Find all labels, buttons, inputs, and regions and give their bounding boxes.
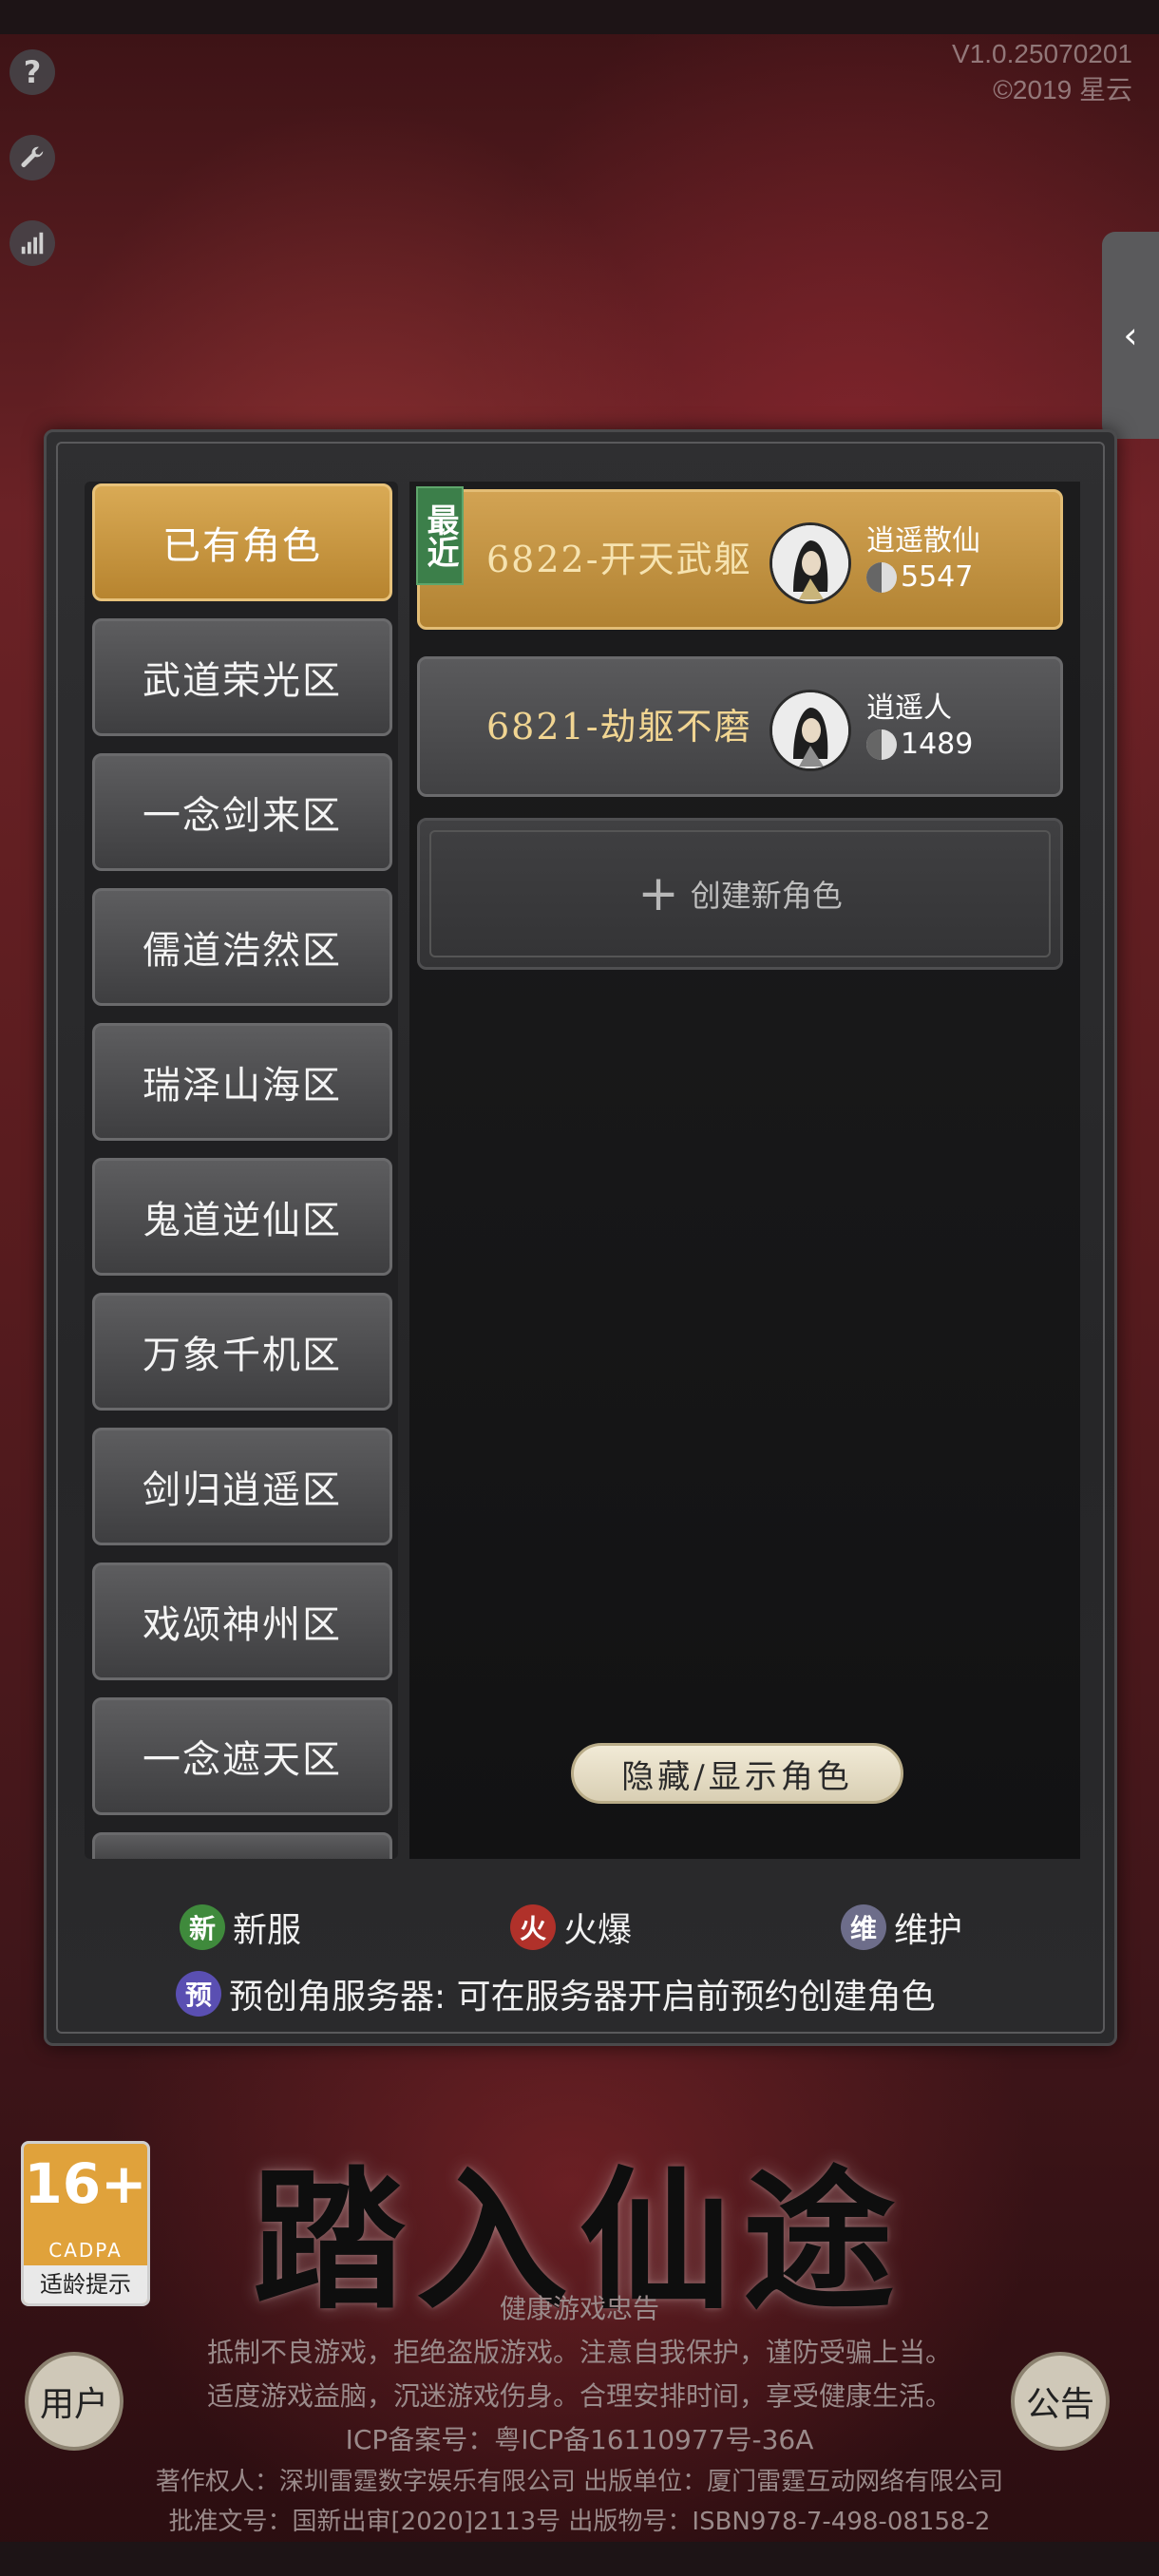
role-realm: 逍遥人 bbox=[866, 691, 952, 725]
legend-pre-label: 预创角服务器: 可在服务器开启前预约创建角色 bbox=[229, 1978, 936, 2017]
server-label: 一念遮天区 bbox=[142, 1738, 342, 1782]
role-list: 最近 6822-开天武躯 逍遥散仙 5547 6821-劫躯不磨 逍遥人 148… bbox=[409, 482, 1080, 1859]
role-power: 5547 bbox=[866, 560, 973, 594]
legend-maint: 维 维护 bbox=[841, 1903, 962, 1952]
health-notice-title: 健康游戏忠告 bbox=[499, 2293, 659, 2324]
signal-icon[interactable] bbox=[10, 220, 55, 266]
server-label: 儒道浩然区 bbox=[142, 929, 342, 973]
new-badge-icon: 新 bbox=[180, 1904, 225, 1950]
yin-yang-icon bbox=[866, 729, 897, 760]
server-item[interactable]: 一念遮天区 bbox=[92, 1697, 392, 1815]
icp-link[interactable]: ICP备案号：粤ICP备16110977号-36A bbox=[0, 2420, 1159, 2460]
top-band bbox=[0, 0, 1159, 34]
role-card[interactable]: 最近 6822-开天武躯 逍遥散仙 5547 bbox=[416, 486, 1063, 630]
role-power: 1489 bbox=[866, 728, 973, 761]
server-label: 鬼道逆仙区 bbox=[142, 1199, 342, 1242]
server-item[interactable]: 剑归逍遥区 bbox=[92, 1428, 392, 1545]
create-card-frame bbox=[429, 830, 1051, 957]
collapse-panel-button[interactable]: ‹ bbox=[1102, 232, 1159, 439]
age-org: CADPA bbox=[48, 2239, 123, 2262]
wrench-icon[interactable] bbox=[10, 135, 55, 180]
role-realm: 逍遥散仙 bbox=[866, 524, 980, 558]
server-item[interactable]: 万象千机区 bbox=[92, 1293, 392, 1411]
server-item[interactable]: 瑞泽山海区 bbox=[92, 1023, 392, 1141]
hot-badge-icon: 火 bbox=[510, 1904, 556, 1950]
avatar bbox=[770, 522, 851, 604]
role-card[interactable]: 6821-劫躯不磨 逍遥人 1489 bbox=[417, 656, 1063, 797]
approval-info: 批准文号：国新出审[2020]2113号 出版物号：ISBN978-7-498-… bbox=[168, 2508, 991, 2536]
role-name: 6822-开天武躯 bbox=[486, 539, 752, 580]
server-item[interactable]: 武道荣光区 bbox=[92, 618, 392, 736]
create-role-button[interactable]: + 创建新角色 bbox=[417, 818, 1063, 970]
legend-new: 新 新服 bbox=[180, 1903, 301, 1952]
server-select-panel: 已有角色 武道荣光区 一念剑来区 儒道浩然区 瑞泽山海区 鬼道逆仙区 万象千机区… bbox=[44, 429, 1117, 2046]
server-label: 一念剑来区 bbox=[142, 794, 342, 838]
pre-badge-icon: 预 bbox=[176, 1971, 221, 2017]
server-label: 武道荣光区 bbox=[142, 659, 342, 703]
role-power-value: 1489 bbox=[901, 728, 974, 761]
avatar bbox=[770, 690, 851, 771]
legend-pre: 预 预创角服务器: 可在服务器开启前预约创建角色 bbox=[176, 1969, 936, 2018]
help-icon[interactable]: ? bbox=[10, 49, 55, 95]
bottom-band bbox=[0, 2542, 1159, 2576]
server-label: 剑归逍遥区 bbox=[142, 1468, 342, 1512]
toggle-roles-button[interactable]: 隐藏/显示角色 bbox=[571, 1743, 903, 1804]
server-label: 万象千机区 bbox=[142, 1334, 342, 1377]
server-item[interactable]: 儒道浩然区 bbox=[92, 888, 392, 1006]
server-label: 戏颂神州区 bbox=[142, 1603, 342, 1647]
legend-new-label: 新服 bbox=[233, 1911, 302, 1950]
age-number: 16+ bbox=[24, 2151, 147, 2216]
version-info: V1.0.25070201 ©2019 星云 bbox=[952, 36, 1132, 108]
server-item[interactable]: 戏颂神州区 bbox=[92, 1563, 392, 1680]
server-item[interactable]: 一念剑来区 bbox=[92, 753, 392, 871]
server-label: 已有角色 bbox=[162, 524, 322, 568]
server-item-existing-roles[interactable]: 已有角色 bbox=[92, 483, 392, 601]
server-item-partial[interactable] bbox=[92, 1832, 392, 1859]
role-name: 6821-劫躯不磨 bbox=[486, 706, 752, 748]
server-label: 瑞泽山海区 bbox=[142, 1064, 342, 1108]
copyright-info: 著作权人：深圳雷霆数字娱乐有限公司 出版单位：厦门雷霆互动网络有限公司 bbox=[155, 2468, 1004, 2496]
chevron-left-icon: ‹ bbox=[1123, 314, 1138, 356]
legend-maint-label: 维护 bbox=[894, 1911, 963, 1950]
server-item[interactable]: 鬼道逆仙区 bbox=[92, 1158, 392, 1276]
health-notice-line1: 抵制不良游戏，拒绝盗版游戏。注意自我保护，谨防受骗上当。 bbox=[206, 2337, 952, 2368]
role-power-value: 5547 bbox=[901, 560, 974, 594]
server-list[interactable]: 已有角色 武道荣光区 一念剑来区 儒道浩然区 瑞泽山海区 鬼道逆仙区 万象千机区… bbox=[85, 482, 398, 1859]
age-rating-badge[interactable]: 16+ CADPA 适龄提示 bbox=[21, 2141, 150, 2306]
yin-yang-icon bbox=[866, 561, 897, 593]
health-notice-line2: 适度游戏益脑，沉迷游戏伤身。合理安排时间，享受健康生活。 bbox=[206, 2380, 952, 2412]
legend-hot-label: 火爆 bbox=[563, 1911, 633, 1950]
version-number: V1.0.25070201 bbox=[952, 39, 1132, 68]
legend-hot: 火 火爆 bbox=[510, 1903, 632, 1952]
maint-badge-icon: 维 bbox=[841, 1904, 886, 1950]
recent-tag: 最近 bbox=[416, 486, 464, 585]
copyright-year: ©2019 星云 bbox=[993, 75, 1132, 104]
